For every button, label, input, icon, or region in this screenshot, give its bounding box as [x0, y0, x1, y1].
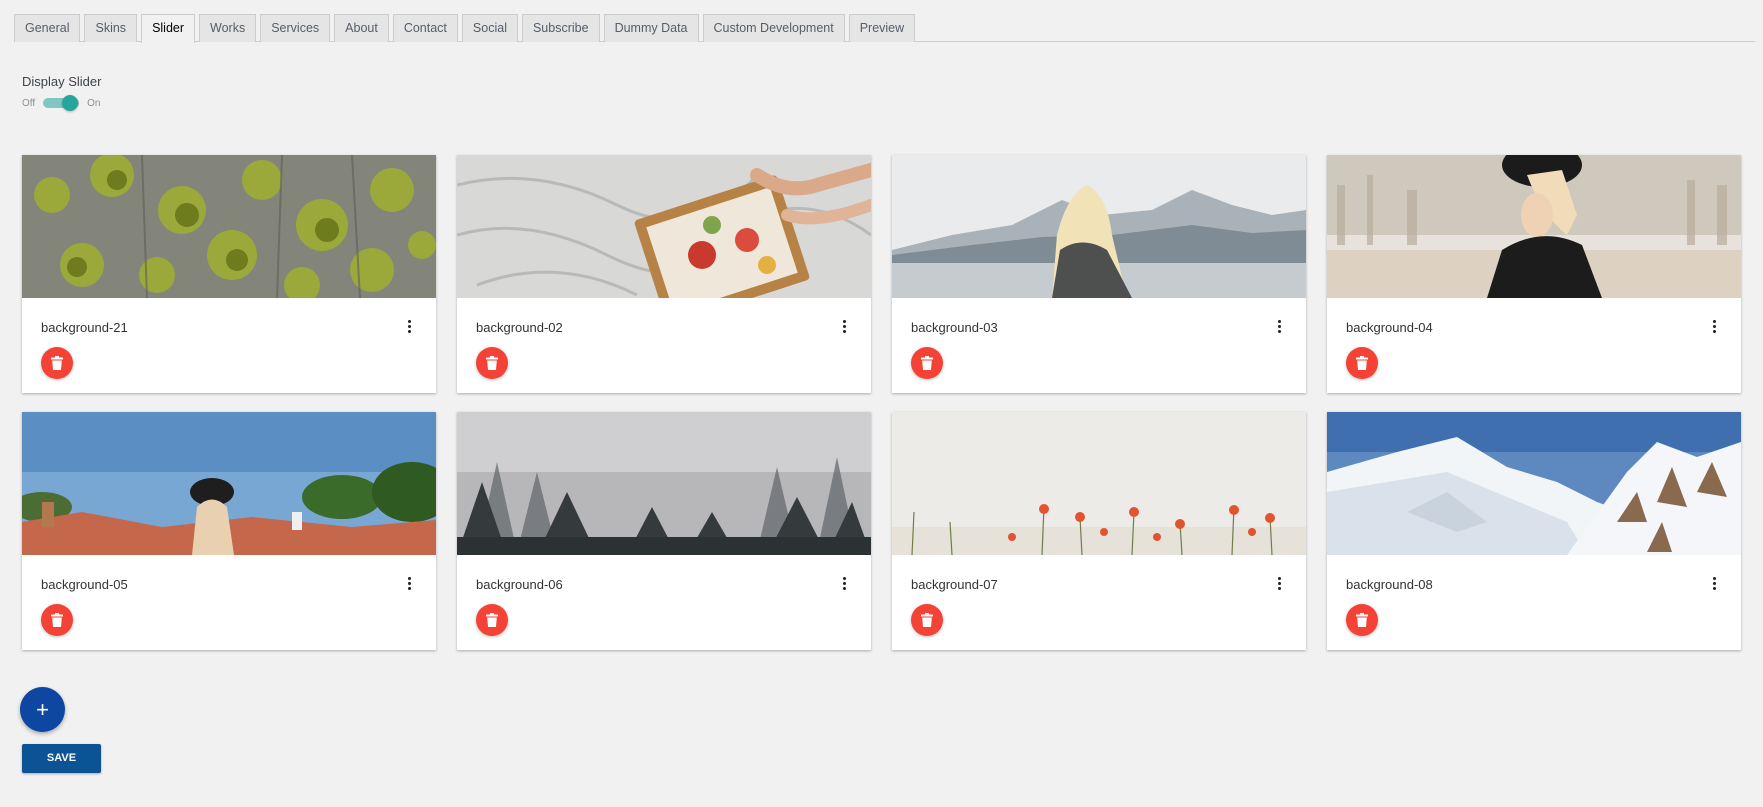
tab-about[interactable]: About [334, 14, 389, 42]
slide-name: background-21 [41, 320, 128, 335]
trash-icon [486, 356, 498, 370]
add-slide-button[interactable]: + [20, 687, 65, 732]
more-vertical-icon[interactable] [1707, 574, 1721, 592]
slide-thumbnail[interactable] [457, 155, 871, 298]
slide-thumbnail[interactable] [22, 155, 436, 298]
tab-bar: General Skins Slider Works Services About Cont… [14, 12, 1755, 43]
slide-thumbnail[interactable] [1327, 412, 1741, 555]
more-vertical-icon[interactable] [837, 317, 851, 335]
slide-card: background-02 [457, 155, 871, 393]
tab-skins[interactable]: Skins [84, 14, 138, 42]
more-vertical-icon[interactable] [402, 317, 416, 335]
delete-slide-button[interactable] [911, 604, 943, 636]
display-slider-label: Display Slider [22, 74, 102, 89]
slide-card: background-08 [1327, 412, 1741, 650]
delete-slide-button[interactable] [476, 347, 508, 379]
slide-thumbnail[interactable] [457, 412, 871, 555]
slide-name: background-06 [476, 577, 563, 592]
tab-preview[interactable]: Preview [848, 14, 916, 42]
tab-subscribe[interactable]: Subscribe [521, 14, 600, 42]
slide-thumbnail[interactable] [892, 412, 1306, 555]
more-vertical-icon[interactable] [1272, 317, 1286, 335]
more-vertical-icon[interactable] [1272, 574, 1286, 592]
trash-icon [51, 613, 63, 627]
slide-name: background-05 [41, 577, 128, 592]
tab-social[interactable]: Social [461, 14, 518, 42]
slide-card: background-06 [457, 412, 871, 650]
slide-card: background-04 [1327, 155, 1741, 393]
delete-slide-button[interactable] [1346, 347, 1378, 379]
tab-services[interactable]: Services [260, 14, 331, 42]
tabs: General Skins Slider Works Services About Cont… [14, 12, 1755, 43]
more-vertical-icon[interactable] [837, 574, 851, 592]
slide-name: background-02 [476, 320, 563, 335]
slide-card: background-03 [892, 155, 1306, 393]
slides-grid: background-21 background-02 background-0… [22, 155, 1744, 650]
slide-thumbnail[interactable] [892, 155, 1306, 298]
delete-slide-button[interactable] [1346, 604, 1378, 636]
slide-card: background-21 [22, 155, 436, 393]
settings-page: General Skins Slider Works Services About Cont… [0, 0, 1763, 807]
slide-thumbnail[interactable] [1327, 155, 1741, 298]
trash-icon [921, 356, 933, 370]
delete-slide-button[interactable] [476, 604, 508, 636]
delete-slide-button[interactable] [41, 604, 73, 636]
slide-card: background-05 [22, 412, 436, 650]
trash-icon [51, 356, 63, 370]
trash-icon [921, 613, 933, 627]
display-slider-setting: Display Slider Off On [22, 74, 101, 111]
more-vertical-icon[interactable] [1707, 317, 1721, 335]
slide-name: background-03 [911, 320, 998, 335]
tab-dummy-data[interactable]: Dummy Data [603, 14, 699, 42]
display-slider-toggle-row: Off On [22, 95, 101, 111]
slide-name: background-08 [1346, 577, 1433, 592]
plus-icon: + [36, 697, 49, 722]
tab-contact[interactable]: Contact [392, 14, 458, 42]
delete-slide-button[interactable] [41, 347, 73, 379]
display-slider-switch[interactable] [43, 95, 80, 111]
tab-slider[interactable]: Slider [141, 14, 196, 43]
delete-slide-button[interactable] [911, 347, 943, 379]
trash-icon [486, 613, 498, 627]
trash-icon [1356, 613, 1368, 627]
slide-name: background-07 [911, 577, 998, 592]
tab-general[interactable]: General [14, 14, 81, 42]
toggle-off-label: Off [22, 97, 36, 109]
tab-works[interactable]: Works [199, 14, 257, 42]
save-button[interactable]: SAVE [22, 744, 101, 773]
more-vertical-icon[interactable] [402, 574, 416, 592]
tab-custom-development[interactable]: Custom Development [702, 14, 845, 42]
slide-card: background-07 [892, 412, 1306, 650]
toggle-on-label: On [87, 97, 101, 109]
switch-thumb [62, 95, 79, 111]
trash-icon [1356, 356, 1368, 370]
slide-name: background-04 [1346, 320, 1433, 335]
slide-thumbnail[interactable] [22, 412, 436, 555]
